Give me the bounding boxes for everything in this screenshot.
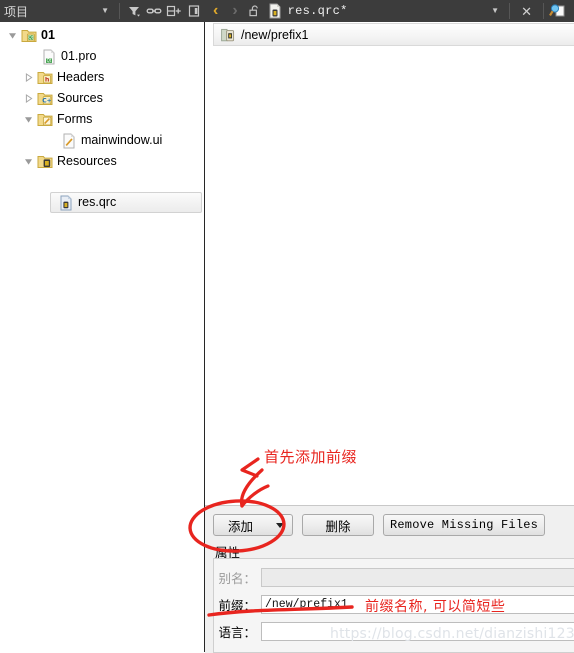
alias-input[interactable] xyxy=(261,567,574,587)
chevron-right-icon[interactable]: › xyxy=(225,3,244,19)
expander-expanded-icon[interactable] xyxy=(20,109,36,130)
caret-down-icon[interactable] xyxy=(276,522,284,528)
navigation-buttons: ‹ › xyxy=(204,3,245,19)
qt-project-folder-icon: Qt xyxy=(20,25,38,46)
svg-text:Qt: Qt xyxy=(46,58,51,63)
expander-none xyxy=(24,46,40,67)
unlock-icon[interactable] xyxy=(245,1,265,21)
tree-item-label: Sources xyxy=(57,91,103,106)
tree-item-label: 01 xyxy=(41,28,55,43)
svg-text:Qt: Qt xyxy=(28,35,33,40)
tree-item-01[interactable]: Qt 01 xyxy=(4,25,200,46)
expander-expanded-icon[interactable] xyxy=(20,151,36,172)
filter-icon[interactable] xyxy=(124,1,144,21)
split-horizontal-icon[interactable] xyxy=(164,1,184,21)
tree-item-01-pro[interactable]: Qt 01.pro xyxy=(24,46,200,67)
toolbar-separator xyxy=(509,3,511,19)
expander-collapsed-icon[interactable] xyxy=(20,67,36,88)
prefix-label: /new/prefix1 xyxy=(241,27,309,42)
add-button-label: 添加 xyxy=(228,519,254,534)
close-icon[interactable]: ✕ xyxy=(514,5,539,18)
chevron-down-icon[interactable]: ▼ xyxy=(101,7,115,15)
expander-collapsed-icon[interactable] xyxy=(20,88,36,109)
expander-expanded-icon[interactable] xyxy=(4,25,20,46)
tree-item-res-qrc[interactable]: res.qrc xyxy=(50,192,202,213)
forms-folder-icon xyxy=(36,109,54,130)
project-tree-panel[interactable]: Qt 01 Qt 01.pro h Headers C+ Sources For… xyxy=(0,22,204,652)
tree-item-headers[interactable]: h Headers xyxy=(20,67,200,88)
delete-button[interactable]: 删除 xyxy=(302,514,374,536)
tree-item-forms[interactable]: Forms xyxy=(20,109,200,130)
remove-missing-files-label: Remove Missing Files xyxy=(390,518,539,532)
tree-item-label: res.qrc xyxy=(78,195,117,210)
resources-folder-icon xyxy=(36,151,54,172)
prefix-tree-row[interactable]: /new/prefix1 xyxy=(213,23,574,46)
prefix-input[interactable]: /new/prefix1 xyxy=(261,594,574,614)
svg-text:C+: C+ xyxy=(42,98,51,105)
alias-field-row: 别名： xyxy=(213,567,574,587)
toolbar-left-section: 项目 ▼ xyxy=(0,0,204,22)
chevron-down-icon[interactable]: ▼ xyxy=(485,7,505,15)
alias-field-label: 别名： xyxy=(218,571,256,586)
tree-item-label: Resources xyxy=(57,154,117,169)
prefix-field-row: 前缀： /new/prefix1 xyxy=(213,594,574,614)
link-icon[interactable] xyxy=(144,1,164,21)
action-button-row: 添加 删除 Remove Missing Files xyxy=(213,514,546,536)
tree-item-mainwindow-ui[interactable]: mainwindow.ui xyxy=(44,130,200,151)
qrc-file-icon xyxy=(265,1,285,21)
tree-item-label: mainwindow.ui xyxy=(81,133,163,148)
delete-button-label: 删除 xyxy=(325,519,351,534)
toolbar-right-section: ‹ › res.qrc* ▼ ✕ xyxy=(204,0,574,22)
expander-none xyxy=(44,130,60,151)
toggle-sidebar-icon[interactable] xyxy=(184,1,204,21)
open-file-name: res.qrc* xyxy=(287,4,348,18)
headers-folder-icon: h xyxy=(36,67,54,88)
tree-item-resources[interactable]: Resources xyxy=(20,151,200,172)
sources-folder-icon: C+ xyxy=(36,88,54,109)
panel-title: 项目 xyxy=(4,4,29,19)
tree-item-label: Forms xyxy=(57,112,93,127)
tree-item-label: Headers xyxy=(57,70,105,85)
qrc-file-icon xyxy=(57,192,75,213)
chevron-left-icon[interactable]: ‹ xyxy=(206,3,225,19)
tree-item-label: 01.pro xyxy=(61,49,97,64)
prefix-field-label: 前缀： xyxy=(218,598,256,613)
qt-pro-file-icon: Qt xyxy=(40,46,58,67)
ui-file-icon xyxy=(60,130,78,151)
svg-text:h: h xyxy=(44,76,49,84)
prefix-folder-icon xyxy=(219,26,237,44)
add-button[interactable]: 添加 xyxy=(213,514,293,536)
search-document-icon[interactable] xyxy=(548,1,568,21)
watermark-text: https://blog.csdn.net/dianzishi123 xyxy=(330,626,574,642)
toolbar-separator xyxy=(119,3,120,19)
remove-missing-files-button[interactable]: Remove Missing Files xyxy=(383,514,546,536)
language-field-label: 语言： xyxy=(218,625,256,640)
top-toolbar: 项目 ▼ ‹ › res.qrc* ▼ ✕ xyxy=(0,0,574,23)
toolbar-separator xyxy=(543,3,544,19)
tree-item-sources[interactable]: C+ Sources xyxy=(20,88,200,109)
